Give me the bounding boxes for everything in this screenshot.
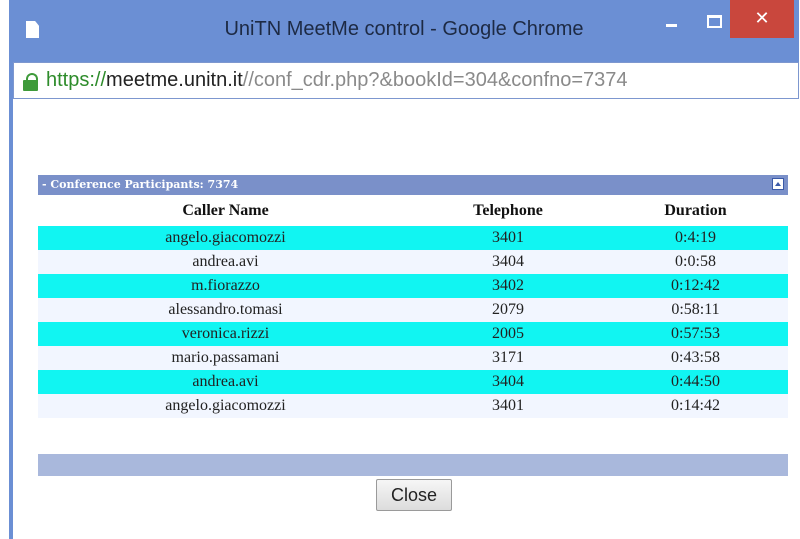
participants-table: Caller Name Telephone Duration angelo.gi… (38, 195, 788, 418)
close-window-button[interactable]: ✕ (730, 0, 794, 38)
page-content: - Conference Participants: 7374 Caller N… (13, 99, 799, 539)
panel-footer-bar (38, 454, 788, 476)
cell-caller-name: alessandro.tomasi (38, 298, 413, 322)
table-row: angelo.giacomozzi 3401 0:4:19 (38, 226, 788, 250)
close-icon: ✕ (754, 8, 770, 29)
column-header-telephone: Telephone (413, 195, 603, 226)
table-row: andrea.avi 3404 0:0:58 (38, 250, 788, 274)
cell-caller-name: veronica.rizzi (38, 322, 413, 346)
cell-duration: 0:43:58 (603, 346, 788, 370)
browser-window: UniTN MeetMe control - Google Chrome ✕ h… (9, 0, 799, 539)
cell-duration: 0:57:53 (603, 322, 788, 346)
table-row: andrea.avi 3404 0:44:50 (38, 370, 788, 394)
cell-duration: 0:12:42 (603, 274, 788, 298)
address-bar[interactable]: https://meetme.unitn.it//conf_cdr.php?&b… (13, 62, 799, 99)
cell-telephone: 3171 (413, 346, 603, 370)
cell-telephone: 3401 (413, 394, 603, 418)
cell-duration: 0:14:42 (603, 394, 788, 418)
table-header-row: Caller Name Telephone Duration (38, 195, 788, 226)
minimize-button[interactable] (657, 4, 685, 38)
cell-telephone: 3404 (413, 250, 603, 274)
panel-title: - Conference Participants: 7374 (42, 178, 239, 191)
cell-telephone: 3404 (413, 370, 603, 394)
cell-duration: 0:58:11 (603, 298, 788, 322)
cell-duration: 0:44:50 (603, 370, 788, 394)
cell-caller-name: m.fiorazzo (38, 274, 413, 298)
cell-caller-name: mario.passamani (38, 346, 413, 370)
cell-telephone: 2005 (413, 322, 603, 346)
column-header-caller-name: Caller Name (38, 195, 413, 226)
maximize-button[interactable] (699, 4, 729, 38)
table-row: veronica.rizzi 2005 0:57:53 (38, 322, 788, 346)
table-row: alessandro.tomasi 2079 0:58:11 (38, 298, 788, 322)
url-path: //conf_cdr.php?&bookId=304&confno=7374 (242, 69, 628, 91)
column-header-duration: Duration (603, 195, 788, 226)
cell-telephone: 3401 (413, 226, 603, 250)
title-bar: UniTN MeetMe control - Google Chrome ✕ (9, 0, 799, 62)
cell-duration: 0:4:19 (603, 226, 788, 250)
cell-caller-name: angelo.giacomozzi (38, 394, 413, 418)
cell-duration: 0:0:58 (603, 250, 788, 274)
url-scheme: https:// (46, 69, 107, 91)
close-button[interactable]: Close (376, 479, 452, 511)
collapse-icon[interactable] (772, 178, 784, 190)
cell-caller-name: andrea.avi (38, 250, 413, 274)
url-host: meetme.unitn.it (106, 69, 243, 91)
table-row: mario.passamani 3171 0:43:58 (38, 346, 788, 370)
table-row: angelo.giacomozzi 3401 0:14:42 (38, 394, 788, 418)
panel-header: - Conference Participants: 7374 (38, 175, 788, 195)
table-row: m.fiorazzo 3402 0:12:42 (38, 274, 788, 298)
url-text[interactable]: https://meetme.unitn.it//conf_cdr.php?&b… (46, 69, 628, 92)
cell-telephone: 2079 (413, 298, 603, 322)
lock-icon (23, 73, 39, 91)
cell-telephone: 3402 (413, 274, 603, 298)
cell-caller-name: andrea.avi (38, 370, 413, 394)
cell-caller-name: angelo.giacomozzi (38, 226, 413, 250)
